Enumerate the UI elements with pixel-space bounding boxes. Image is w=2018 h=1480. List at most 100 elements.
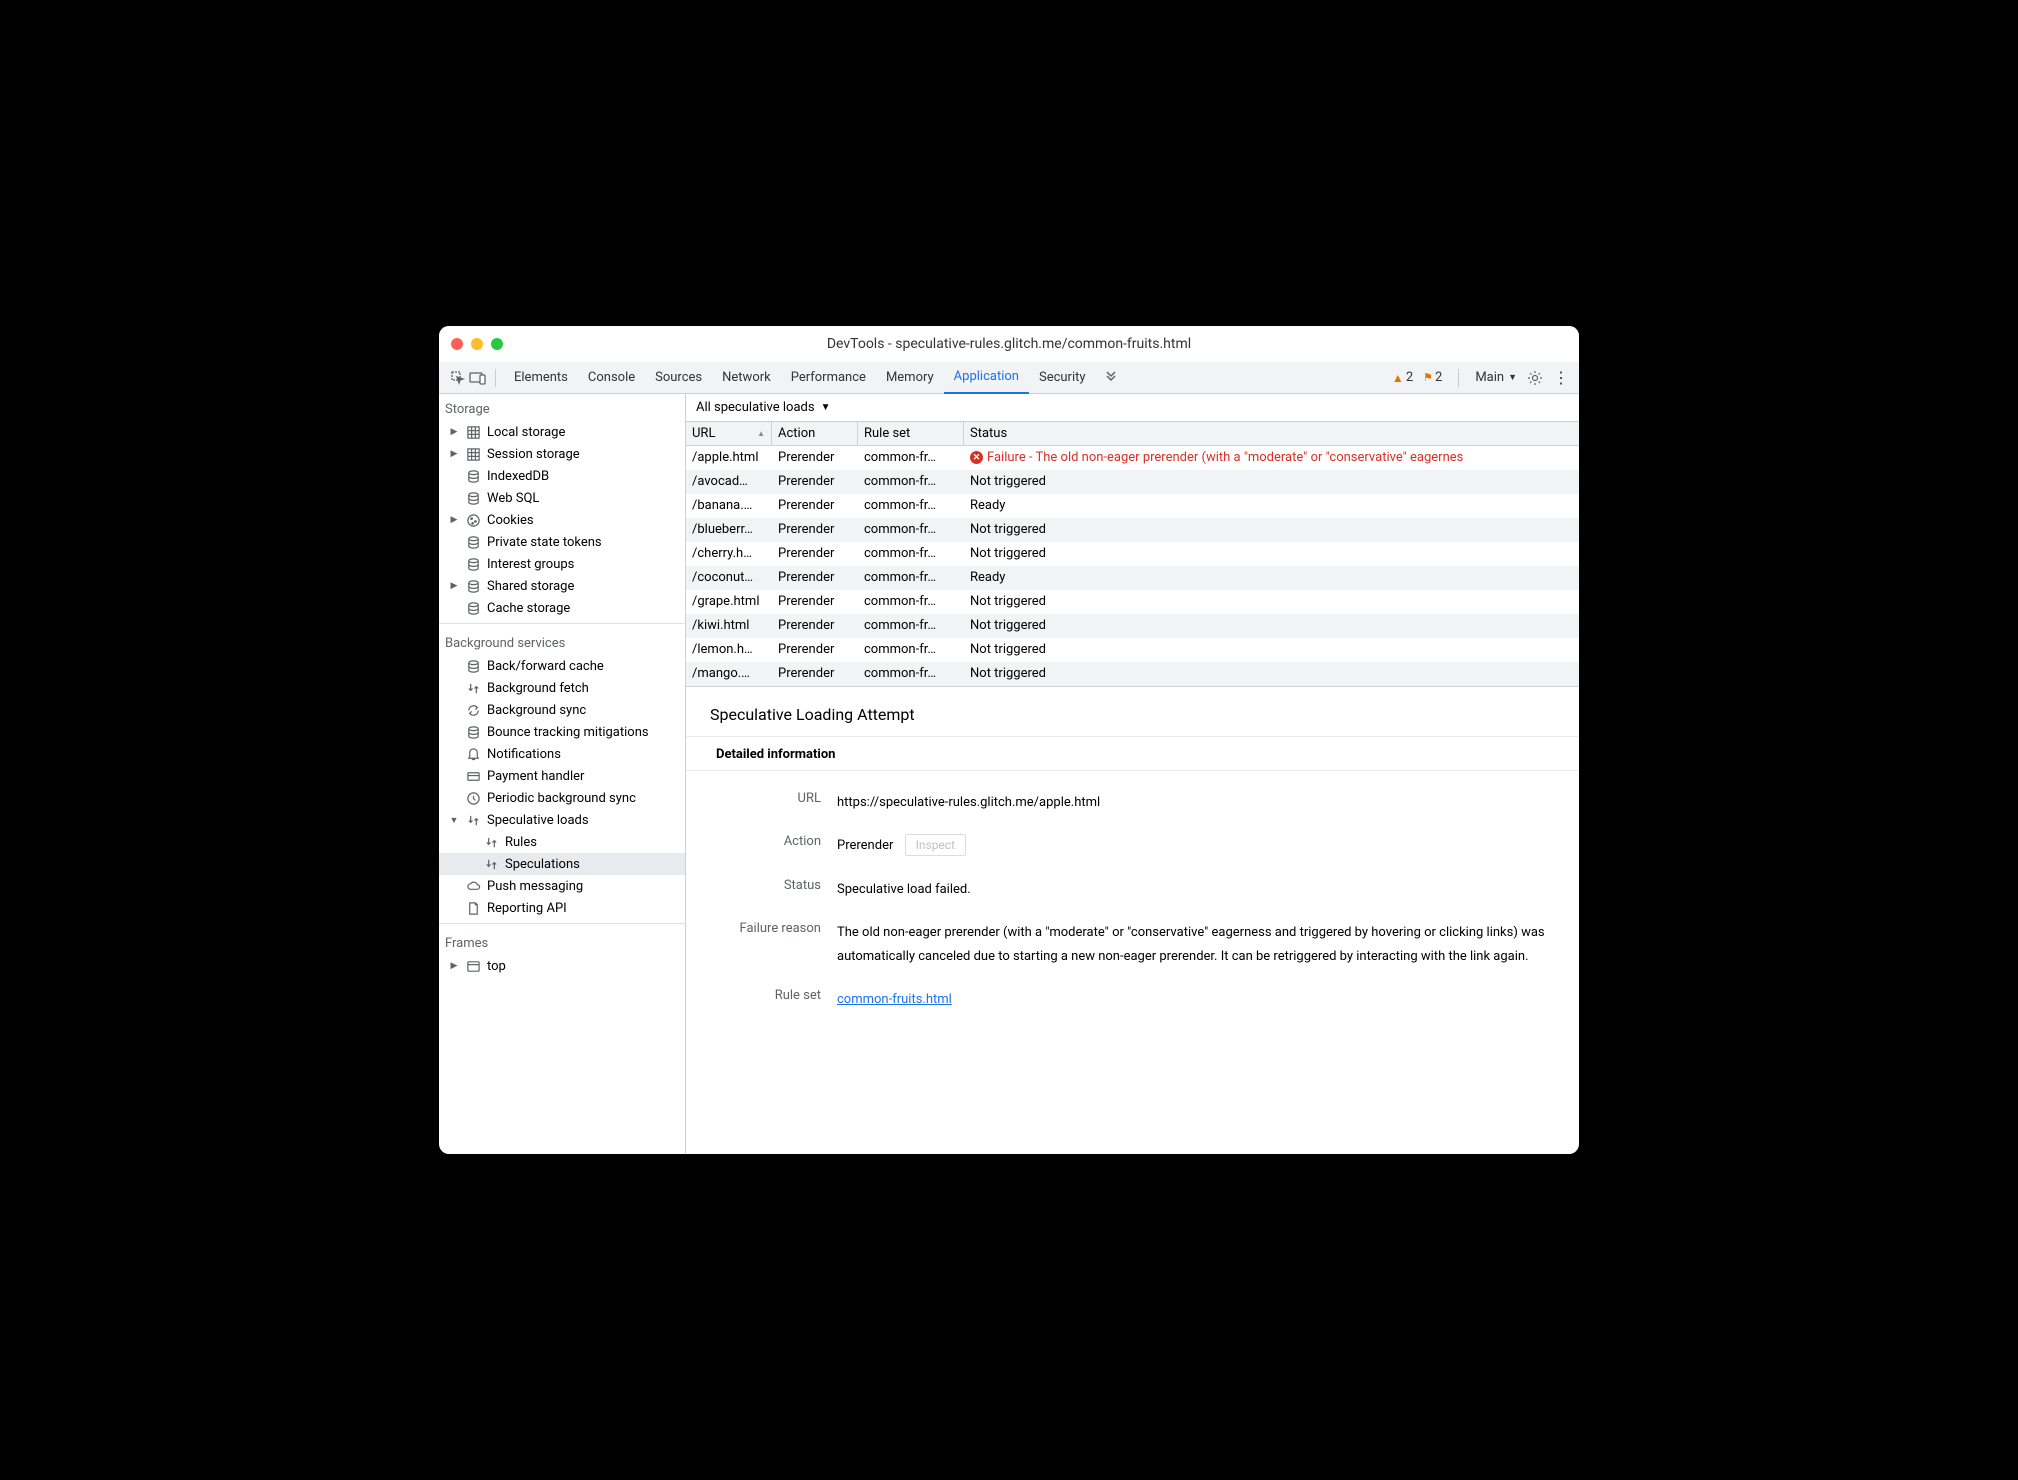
tab-security[interactable]: Security bbox=[1029, 362, 1096, 394]
sidebar-item-shared-storage[interactable]: ▶ Shared storage bbox=[439, 575, 685, 597]
col-action-header[interactable]: Action bbox=[772, 422, 858, 445]
sidebar-item-cookies[interactable]: ▶ Cookies bbox=[439, 509, 685, 531]
warnings-badge[interactable]: ▲ 2 bbox=[1392, 370, 1413, 385]
kebab-menu-icon[interactable]: ⋮ bbox=[1553, 368, 1569, 387]
db-icon bbox=[465, 724, 481, 740]
table-row[interactable]: /mango.…Prerendercommon-fr…Not triggered bbox=[686, 662, 1579, 686]
sidebar-item-periodic-background-sync[interactable]: Periodic background sync bbox=[439, 787, 685, 809]
card-icon bbox=[465, 768, 481, 784]
sidebar-item-speculations[interactable]: Speculations bbox=[439, 853, 685, 875]
table-row[interactable]: /coconut…Prerendercommon-fr…Ready bbox=[686, 566, 1579, 590]
expand-icon: ▶ bbox=[449, 961, 459, 971]
sidebar-item-label: Cookies bbox=[487, 513, 534, 528]
sidebar-item-cache-storage[interactable]: Cache storage bbox=[439, 597, 685, 619]
sync-icon bbox=[465, 702, 481, 718]
table-row[interactable]: /blueberr…Prerendercommon-fr…Not trigger… bbox=[686, 518, 1579, 542]
sidebar-item-label: Web SQL bbox=[487, 491, 539, 506]
table-row[interactable]: /avocad…Prerendercommon-fr…Not triggered bbox=[686, 470, 1579, 494]
sidebar-item-interest-groups[interactable]: Interest groups bbox=[439, 553, 685, 575]
filter-dropdown[interactable]: All speculative loads ▼ bbox=[686, 394, 1579, 421]
device-toggle-icon[interactable] bbox=[469, 369, 487, 387]
tab-application[interactable]: Application bbox=[944, 362, 1029, 394]
sidebar-item-web-sql[interactable]: Web SQL bbox=[439, 487, 685, 509]
tab-performance[interactable]: Performance bbox=[781, 362, 876, 394]
sidebar-item-private-state-tokens[interactable]: Private state tokens bbox=[439, 531, 685, 553]
inspect-element-icon[interactable] bbox=[449, 369, 467, 387]
sidebar-item-notifications[interactable]: Notifications bbox=[439, 743, 685, 765]
sidebar-item-label: Speculative loads bbox=[487, 813, 589, 828]
issue-flag-icon: ⚑ bbox=[1423, 371, 1433, 384]
detail-panel: Speculative Loading Attempt Detailed inf… bbox=[686, 686, 1579, 1154]
window-title: DevTools - speculative-rules.glitch.me/c… bbox=[451, 336, 1567, 352]
sort-asc-icon: ▲ bbox=[757, 429, 765, 438]
close-window-button[interactable] bbox=[451, 338, 463, 350]
maximize-window-button[interactable] bbox=[491, 338, 503, 350]
frame-selector[interactable]: Main ▼ bbox=[1475, 370, 1517, 385]
sidebar-item-label: Private state tokens bbox=[487, 535, 602, 550]
sidebar-item-label: Notifications bbox=[487, 747, 561, 762]
sidebar-item-session-storage[interactable]: ▶Session storage bbox=[439, 443, 685, 465]
status-label: Status bbox=[716, 878, 821, 901]
table-row[interactable]: /grape.htmlPrerendercommon-fr…Not trigge… bbox=[686, 590, 1579, 614]
frames-section-header: Frames bbox=[439, 928, 685, 955]
settings-gear-icon[interactable] bbox=[1527, 370, 1543, 386]
sidebar-item-speculative-loads[interactable]: ▼Speculative loads bbox=[439, 809, 685, 831]
cookie-icon bbox=[465, 512, 481, 528]
sidebar-item-back-forward-cache[interactable]: Back/forward cache bbox=[439, 655, 685, 677]
table-row[interactable]: /banana.…Prerendercommon-fr…Ready bbox=[686, 494, 1579, 518]
col-status-header[interactable]: Status bbox=[964, 422, 1579, 445]
status-value: Speculative load failed. bbox=[837, 878, 1549, 901]
issues-badge[interactable]: ⚑ 2 bbox=[1423, 370, 1442, 385]
sidebar-item-background-sync[interactable]: Background sync bbox=[439, 699, 685, 721]
grid-icon bbox=[465, 424, 481, 440]
sidebar-item-indexeddb[interactable]: IndexedDB bbox=[439, 465, 685, 487]
col-rule-header[interactable]: Rule set bbox=[858, 422, 964, 445]
sidebar-item-label: Background fetch bbox=[487, 681, 589, 696]
sidebar-item-label: Bounce tracking mitigations bbox=[487, 725, 649, 740]
sidebar-item-label: Payment handler bbox=[487, 769, 584, 784]
sidebar-item-local-storage[interactable]: ▶ Local storage bbox=[439, 421, 685, 443]
expand-icon: ▶ bbox=[449, 427, 459, 437]
tab-memory[interactable]: Memory bbox=[876, 362, 944, 394]
db-icon bbox=[465, 578, 481, 594]
sidebar-item-label: Push messaging bbox=[487, 879, 583, 894]
tab-console[interactable]: Console bbox=[578, 362, 645, 394]
sidebar-item-label: Rules bbox=[505, 835, 537, 850]
devtools-window: DevTools - speculative-rules.glitch.me/c… bbox=[439, 326, 1579, 1154]
titlebar: DevTools - speculative-rules.glitch.me/c… bbox=[439, 326, 1579, 362]
sidebar-item-payment-handler[interactable]: Payment handler bbox=[439, 765, 685, 787]
table-row[interactable]: /kiwi.htmlPrerendercommon-fr…Not trigger… bbox=[686, 614, 1579, 638]
sidebar-item-label: Local storage bbox=[487, 425, 565, 440]
warning-triangle-icon: ▲ bbox=[1392, 371, 1404, 385]
detail-title: Speculative Loading Attempt bbox=[686, 687, 1579, 736]
table-row[interactable]: /cherry.h…Prerendercommon-fr…Not trigger… bbox=[686, 542, 1579, 566]
table-row[interactable]: /apple.htmlPrerendercommon-fr…✕Failure -… bbox=[686, 446, 1579, 470]
expand-icon: ▶ bbox=[449, 581, 459, 591]
inspect-button[interactable]: Inspect bbox=[905, 834, 966, 856]
db-icon bbox=[465, 600, 481, 616]
tab-elements[interactable]: Elements bbox=[504, 362, 578, 394]
sidebar-item-background-fetch[interactable]: Background fetch bbox=[439, 677, 685, 699]
sidebar-item-rules[interactable]: Rules bbox=[439, 831, 685, 853]
sidebar-item-top[interactable]: ▶ top bbox=[439, 955, 685, 977]
col-url-header[interactable]: URL▲ bbox=[686, 422, 772, 445]
tab-network[interactable]: Network bbox=[712, 362, 781, 394]
expand-icon: ▶ bbox=[449, 515, 459, 525]
more-tabs-icon[interactable] bbox=[1102, 369, 1120, 387]
tab-sources[interactable]: Sources bbox=[645, 362, 712, 394]
minimize-window-button[interactable] bbox=[471, 338, 483, 350]
table-row[interactable]: /lemon.h…Prerendercommon-fr…Not triggere… bbox=[686, 638, 1579, 662]
sidebar-item-reporting-api[interactable]: Reporting API bbox=[439, 897, 685, 919]
sidebar-item-label: top bbox=[487, 959, 506, 974]
sidebar-item-push-messaging[interactable]: Push messaging bbox=[439, 875, 685, 897]
main-toolbar: ElementsConsoleSourcesNetworkPerformance… bbox=[439, 362, 1579, 394]
ruleset-link[interactable]: common-fruits.html bbox=[837, 992, 952, 1007]
error-icon: ✕ bbox=[970, 451, 983, 464]
sidebar-item-label: Speculations bbox=[505, 857, 580, 872]
table-header: URL▲ Action Rule set Status bbox=[686, 421, 1579, 446]
sidebar-item-label: Interest groups bbox=[487, 557, 574, 572]
ruleset-label: Rule set bbox=[716, 988, 821, 1011]
arrows-icon bbox=[465, 812, 481, 828]
sidebar-item-bounce-tracking-mitigations[interactable]: Bounce tracking mitigations bbox=[439, 721, 685, 743]
sidebar-item-label: Shared storage bbox=[487, 579, 574, 594]
